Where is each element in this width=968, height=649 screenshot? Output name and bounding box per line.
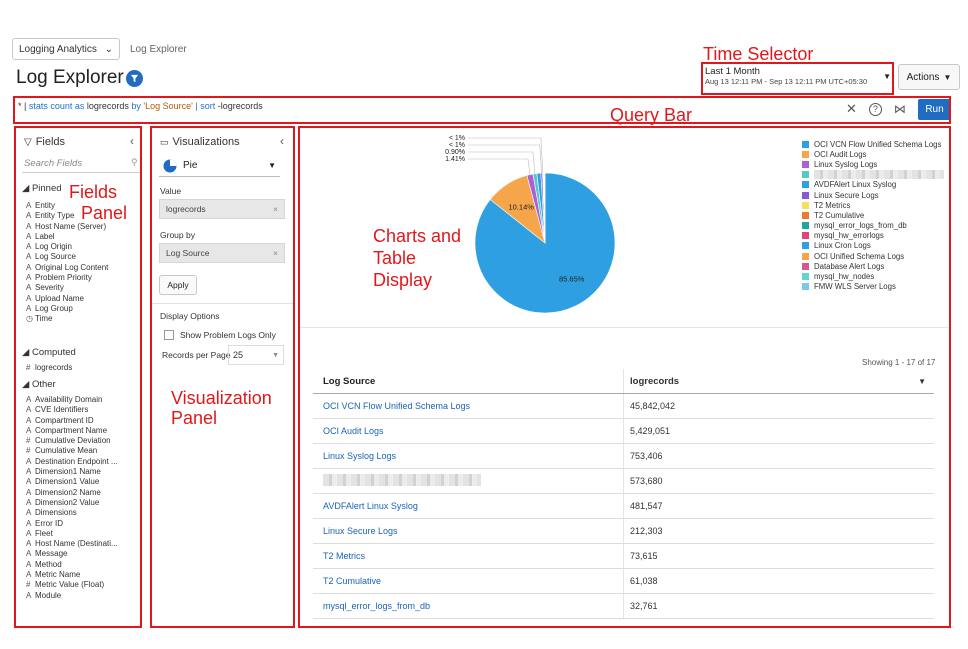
actions-button[interactable]: Actions ▼ (898, 64, 960, 90)
app-switcher[interactable]: Logging Analytics ⌄ (12, 38, 120, 60)
annotation-box-query (13, 96, 951, 124)
breadcrumb[interactable]: Log Explorer (130, 44, 187, 55)
page-title: Log Explorer (16, 67, 124, 88)
annotation-box-viz (150, 126, 295, 628)
caret-down-icon: ▼ (943, 72, 952, 82)
app-switcher-label: Logging Analytics (19, 43, 97, 55)
chevron-down-icon: ⌄ (104, 43, 113, 55)
annotation-time-selector: Time Selector (703, 44, 814, 64)
annotation-box-charts (298, 126, 951, 628)
annotation-box-time (701, 62, 894, 95)
filter-icon[interactable] (126, 70, 143, 87)
annotation-fields-1: Fields (69, 182, 118, 202)
annotation-charts-3: Display (373, 270, 433, 290)
annotation-fields-2: Panel (81, 203, 128, 223)
annotation-charts-1: Charts and (373, 226, 462, 246)
annotation-viz-2: Panel (171, 408, 218, 428)
annotation-viz-1: Visualization (171, 388, 272, 408)
annotation-charts-2: Table (373, 248, 417, 268)
actions-label: Actions (906, 71, 940, 83)
annotation-query-bar: Query Bar (610, 105, 693, 125)
